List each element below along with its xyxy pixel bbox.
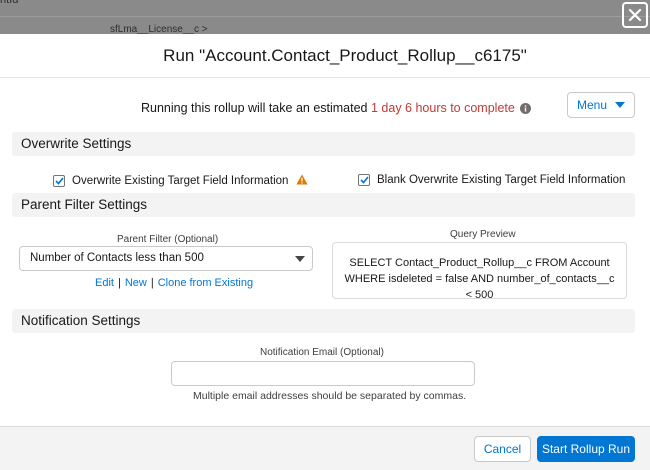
link-separator: |: [117, 277, 121, 289]
query-preview-label: Query Preview: [450, 229, 516, 240]
blank-overwrite-checkbox[interactable]: [358, 174, 370, 186]
parent-filter-value: Number of Contacts less than 500: [30, 252, 204, 264]
estimate-prefix: Running this rollup will take an estimat…: [141, 101, 371, 115]
caret-down-icon: [295, 256, 305, 262]
parent-filter-select[interactable]: Number of Contacts less than 500: [19, 246, 313, 271]
link-separator: |: [150, 277, 154, 289]
clone-filter-link[interactable]: Clone from Existing: [158, 277, 253, 289]
blank-overwrite-option: Blank Overwrite Existing Target Field In…: [358, 174, 625, 186]
start-rollup-run-button[interactable]: Start Rollup Run: [537, 436, 635, 462]
overwrite-checkbox-row: Overwrite Existing Target Field Informat…: [0, 174, 650, 192]
chevron-down-icon: [615, 102, 626, 108]
close-icon: [628, 8, 642, 22]
estimate-row: Running this rollup will take an estimat…: [0, 98, 650, 118]
background-divider: [0, 16, 650, 17]
background-page: ntId sfLma__License__c >: [0, 0, 650, 35]
overwrite-existing-label: Overwrite Existing Target Field Informat…: [72, 175, 289, 187]
modal-header: Run "Account.Contact_Product_Rollup__c61…: [0, 34, 650, 78]
background-text: ntId: [0, 0, 19, 6]
notification-email-help: Multiple email addresses should be separ…: [193, 390, 467, 402]
notification-email-label: Notification Email (Optional): [260, 347, 384, 358]
overwrite-existing-option: Overwrite Existing Target Field Informat…: [53, 174, 309, 188]
menu-button[interactable]: Menu: [567, 92, 635, 118]
blank-overwrite-label: Blank Overwrite Existing Target Field In…: [377, 174, 626, 186]
close-modal-button[interactable]: [622, 2, 648, 28]
menu-button-label: Menu: [576, 98, 608, 112]
warning-icon[interactable]: [296, 174, 309, 188]
modal-title: Run "Account.Contact_Product_Rollup__c61…: [163, 45, 527, 65]
notification-settings-heading: Notification Settings: [12, 309, 635, 333]
parent-filter-label: Parent Filter (Optional): [117, 234, 219, 245]
run-rollup-modal: Run "Account.Contact_Product_Rollup__c61…: [0, 34, 650, 470]
estimate-duration: 1 day 6 hours to complete: [370, 101, 515, 115]
checkmark-icon: [359, 176, 369, 184]
overwrite-existing-checkbox[interactable]: [53, 175, 65, 187]
notification-email-field[interactable]: [171, 361, 475, 386]
edit-filter-link[interactable]: Edit: [95, 277, 114, 289]
query-preview-box: SELECT Contact_Product_Rollup__c FROM Ac…: [332, 242, 627, 301]
new-filter-link[interactable]: New: [125, 277, 147, 289]
parent-filter-settings-heading: Parent Filter Settings: [12, 193, 635, 217]
filter-links: Edit | New | Clone from Existing: [95, 277, 253, 289]
modal-footer: Cancel Start Rollup Run: [0, 426, 650, 470]
checkmark-icon: [54, 177, 64, 185]
info-icon[interactable]: [519, 103, 531, 117]
cancel-button[interactable]: Cancel: [474, 436, 531, 462]
overwrite-settings-heading: Overwrite Settings: [12, 132, 635, 156]
estimate-text: Running this rollup will take an estimat…: [141, 101, 531, 117]
